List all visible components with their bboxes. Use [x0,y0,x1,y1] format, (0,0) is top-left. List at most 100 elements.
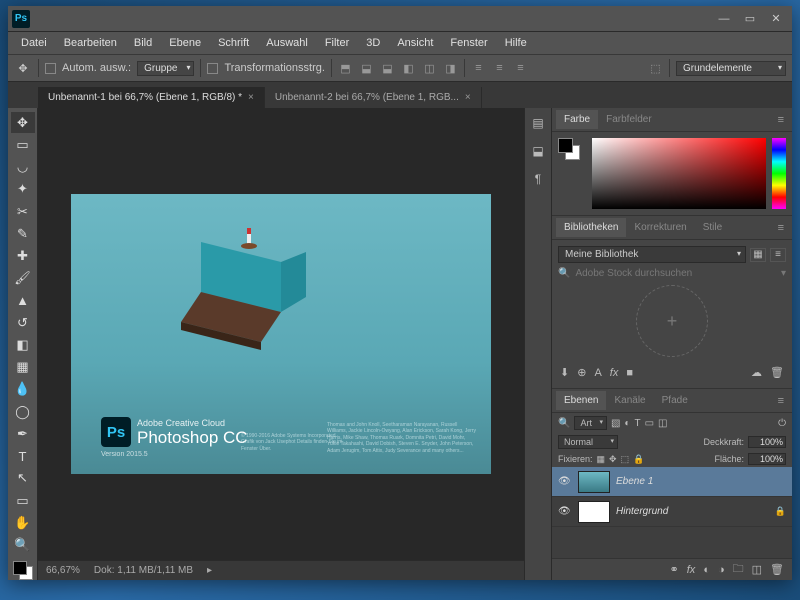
color-swatch[interactable] [13,561,33,580]
history-panel-icon[interactable]: ▤ [529,114,547,132]
menu-fenster[interactable]: Fenster [443,35,494,51]
trash-icon[interactable]: 🗑 [770,366,784,379]
move-tool-icon[interactable]: ✥ [14,59,32,77]
canvas[interactable]: Ps Adobe Creative Cloud Photoshop CC Ver… [71,194,491,474]
layer-thumb[interactable] [578,501,610,523]
character-panel-icon[interactable]: ¶ [529,170,547,188]
hue-slider[interactable] [772,138,786,209]
lock-position-icon[interactable]: ✥ [609,454,617,465]
crop-tool[interactable]: ✂ [11,201,35,222]
tab-ebenen[interactable]: Ebenen [556,391,606,410]
workspace-dropdown[interactable]: Grundelemente [676,61,786,76]
add-text-icon[interactable]: A [594,367,601,379]
layer-mask-icon[interactable]: ◐ [703,564,710,576]
close-icon[interactable]: × [465,92,471,103]
tab-bibliotheken[interactable]: Bibliotheken [556,218,626,237]
menu-datei[interactable]: Datei [14,35,54,51]
fg-swatch-icon[interactable] [558,138,573,153]
transform-checkbox[interactable] [207,63,218,74]
adjustment-icon[interactable]: ◑ [718,564,725,576]
menu-hilfe[interactable]: Hilfe [498,35,534,51]
brush-tool[interactable]: 🖌 [11,268,35,289]
grid-view-icon[interactable]: ▦ [750,248,766,262]
layer-thumb[interactable] [578,471,610,493]
visibility-icon[interactable]: 👁 [558,506,572,517]
panel-menu-icon[interactable]: ≡ [774,114,788,126]
align-top-icon[interactable]: ⬒ [338,61,353,76]
type-tool[interactable]: T [11,446,35,467]
move-tool[interactable]: ✥ [11,112,35,133]
layer-row[interactable]: 👁 Hintergrund 🔒 [552,497,792,527]
tab-unbenannt-2[interactable]: Unbenannt-2 bei 66,7% (Ebene 1, RGB... × [265,87,482,108]
link-layers-icon[interactable]: ⚭ [670,563,679,576]
zoom-level[interactable]: 66,67% [46,565,80,576]
tab-farbe[interactable]: Farbe [556,110,598,129]
blend-mode-dropdown[interactable]: Normal [558,435,618,449]
trash-icon[interactable]: 🗑 [770,563,784,576]
distribute3-icon[interactable]: ≡ [513,61,528,76]
color-field[interactable] [592,138,766,209]
maximize-button[interactable]: ▭ [738,11,762,27]
heal-tool[interactable]: ✚ [11,245,35,266]
lock-all-icon[interactable]: 🔒 [633,454,644,465]
filter-pixel-icon[interactable]: ▧ [611,418,620,429]
align-hcenter-icon[interactable]: ◫ [422,61,437,76]
minimize-button[interactable]: — [712,11,736,27]
panel-menu-icon[interactable]: ≡ [774,395,788,407]
distribute2-icon[interactable]: ≡ [492,61,507,76]
close-button[interactable]: ✕ [764,11,788,27]
visibility-icon[interactable]: 👁 [558,476,572,487]
tab-pfade[interactable]: Pfade [654,391,696,410]
tab-unbenannt-1[interactable]: Unbenannt-1 bei 66,7% (Ebene 1, RGB/8) *… [38,87,265,108]
layer-name[interactable]: Ebene 1 [616,476,653,487]
filter-shape-icon[interactable]: ▭ [645,418,654,429]
menu-bild[interactable]: Bild [127,35,159,51]
gradient-tool[interactable]: ▦ [11,357,35,378]
menu-3d[interactable]: 3D [359,35,387,51]
menu-bearbeiten[interactable]: Bearbeiten [57,35,124,51]
close-icon[interactable]: × [248,92,254,103]
hand-tool[interactable]: ✋ [11,512,35,533]
zoom-tool[interactable]: 🔍 [11,534,35,555]
blur-tool[interactable]: 💧 [11,379,35,400]
filter-toggle[interactable]: ⏻ [778,418,786,429]
lock-icon[interactable]: 🔒 [775,506,786,517]
3d-mode-icon[interactable]: ⬚ [648,61,663,76]
autoselect-checkbox[interactable] [45,63,56,74]
shape-tool[interactable]: ▭ [11,490,35,511]
color-swatch[interactable] [558,138,580,160]
library-dropdown[interactable]: Meine Bibliothek [558,246,746,263]
opacity-input[interactable]: 100% [748,436,786,448]
list-view-icon[interactable]: ≡ [770,248,786,262]
filter-smart-icon[interactable]: ◫ [658,418,667,429]
cloud-icon[interactable]: ☁ [751,366,762,379]
menu-auswahl[interactable]: Auswahl [259,35,315,51]
menu-schrift[interactable]: Schrift [211,35,256,51]
search-icon[interactable]: 🔍 [558,418,570,429]
align-left-icon[interactable]: ◧ [401,61,416,76]
path-tool[interactable]: ↖ [11,468,35,489]
menu-filter[interactable]: Filter [318,35,356,51]
chevron-icon[interactable]: ▸ [207,565,212,576]
filter-kind-dropdown[interactable]: Art [574,416,607,430]
panel-menu-icon[interactable]: ≡ [774,222,788,234]
dodge-tool[interactable]: ◯ [11,401,35,422]
tab-kanale[interactable]: Kanäle [606,391,653,410]
align-right-icon[interactable]: ◨ [443,61,458,76]
layer-row[interactable]: 👁 Ebene 1 [552,467,792,497]
tab-stile[interactable]: Stile [695,218,730,237]
layer-name[interactable]: Hintergrund [616,506,668,517]
group-icon[interactable]: 🗀 [733,560,744,579]
new-layer-icon[interactable]: ◫ [752,563,762,576]
add-layerstyle-icon[interactable]: fx [610,367,619,379]
align-vcenter-icon[interactable]: ⬓ [359,61,374,76]
distribute-icon[interactable]: ≡ [471,61,486,76]
history-brush-tool[interactable]: ↺ [11,312,35,333]
align-bottom-icon[interactable]: ⬓ [380,61,395,76]
library-drop-zone[interactable]: + [636,285,708,357]
eyedropper-tool[interactable]: ✎ [11,223,35,244]
add-graphic-icon[interactable]: ⬇ [560,366,569,379]
filter-adjust-icon[interactable]: ◐ [624,418,630,429]
filter-type-icon[interactable]: T [634,418,640,429]
add-charstyle-icon[interactable]: ⊕ [577,366,586,379]
